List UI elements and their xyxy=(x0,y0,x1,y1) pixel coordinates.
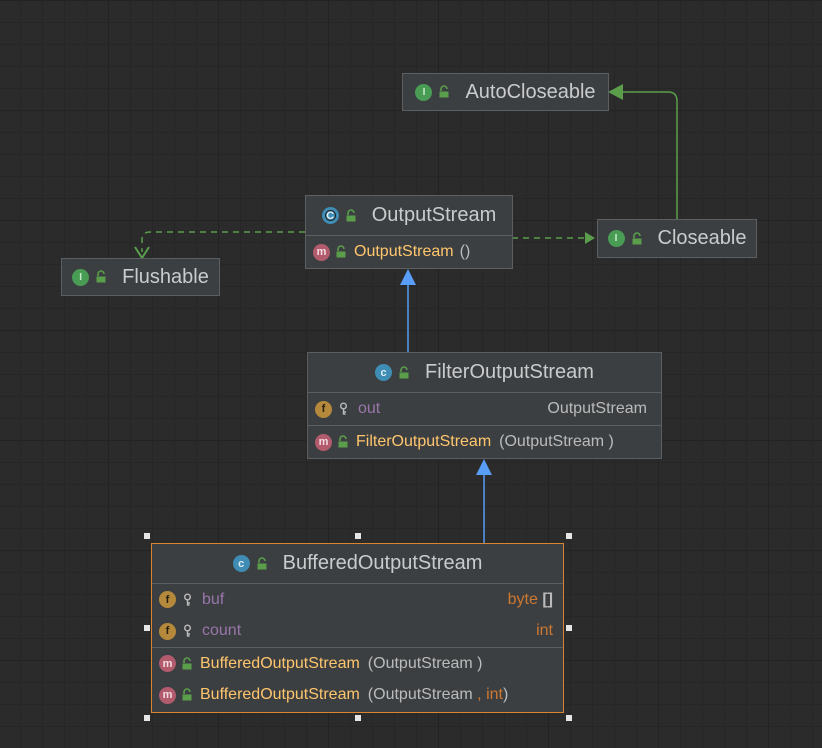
edge-outputstream-to-closeable-head xyxy=(585,232,595,244)
node-closeable-header: I Closeable xyxy=(598,220,756,257)
field-type-suffix: [] xyxy=(537,590,553,608)
field-name: buf xyxy=(202,590,225,608)
class-icon: c xyxy=(232,555,250,572)
node-flushable-title: Flushable xyxy=(122,265,209,288)
field-row[interactable]: f buf byte [] xyxy=(152,584,563,615)
public-lock-icon xyxy=(345,208,358,223)
edge-closeable-to-autocloseable-head xyxy=(608,84,623,100)
public-lock-icon xyxy=(438,85,451,99)
interface-icon: I xyxy=(72,268,90,286)
method-params: (OutputStream ) xyxy=(499,433,614,450)
protected-key-icon xyxy=(182,624,193,638)
field-type-keyword: byte xyxy=(507,590,538,608)
node-filteroutputstream-header: c FilterOutputStream xyxy=(308,353,661,393)
node-bufferedoutputstream-title: BufferedOutputStream xyxy=(282,552,483,574)
public-lock-icon xyxy=(335,245,348,259)
field-row[interactable]: f out OutputStream xyxy=(308,393,661,425)
public-lock-icon xyxy=(256,556,269,571)
field-type: byte [] xyxy=(508,591,553,609)
method-params-close: ) xyxy=(502,686,509,703)
node-bufferedoutputstream-header: c BufferedOutputStream xyxy=(152,544,563,584)
node-outputstream[interactable]: C OutputStream m OutputStream () xyxy=(305,195,513,269)
edge-outputstream-to-flushable xyxy=(141,231,305,252)
field-name: count xyxy=(202,622,242,639)
resize-handle-bottom-middle[interactable] xyxy=(355,715,361,721)
method-row[interactable]: m BufferedOutputStream (OutputStream ) xyxy=(152,647,563,679)
method-name: BufferedOutputStream xyxy=(200,654,360,672)
method-row[interactable]: m BufferedOutputStream (OutputStream , i… xyxy=(152,679,563,711)
resize-handle-top-middle[interactable] xyxy=(355,533,361,539)
method-icon: m xyxy=(159,686,176,704)
method-name: FilterOutputStream xyxy=(356,433,492,450)
field-type: int xyxy=(536,622,553,639)
public-lock-icon xyxy=(181,688,194,702)
abstract-class-icon: C xyxy=(321,207,339,224)
node-filteroutputstream[interactable]: c FilterOutputStream f out OutputStream … xyxy=(307,352,662,459)
method-icon: m xyxy=(159,655,176,672)
interface-icon: I xyxy=(415,83,433,101)
field-name: out xyxy=(358,400,381,417)
method-icon: m xyxy=(313,243,330,261)
field-icon: f xyxy=(315,400,332,418)
field-icon: f xyxy=(159,591,176,608)
node-flushable-header: I Flushable xyxy=(62,259,219,295)
method-name: BufferedOutputStream xyxy=(200,686,360,703)
method-params-keyword: , int xyxy=(477,686,503,703)
method-row[interactable]: m OutputStream () xyxy=(306,236,512,268)
node-closeable[interactable]: I Closeable xyxy=(597,219,757,258)
node-flushable[interactable]: I Flushable xyxy=(61,258,220,296)
class-icon: c xyxy=(375,364,393,381)
node-autocloseable-title: AutoCloseable xyxy=(465,80,596,103)
node-outputstream-title: OutputStream xyxy=(371,204,497,226)
method-name: OutputStream xyxy=(354,243,454,260)
method-params: () xyxy=(459,243,471,260)
edge-buffered-to-filter-head xyxy=(476,459,492,475)
node-closeable-title: Closeable xyxy=(657,227,747,249)
method-params: (OutputStream , int) xyxy=(368,686,509,704)
resize-handle-top-right[interactable] xyxy=(566,533,572,539)
field-row[interactable]: f count int xyxy=(152,615,563,647)
public-lock-icon xyxy=(398,365,411,380)
method-icon: m xyxy=(315,433,332,451)
field-type: OutputStream xyxy=(547,400,647,417)
public-lock-icon xyxy=(337,435,350,449)
public-lock-icon xyxy=(95,270,108,284)
node-bufferedoutputstream[interactable]: c BufferedOutputStream f buf byte [] f c… xyxy=(151,543,564,713)
edge-closeable-to-autocloseable xyxy=(622,91,678,219)
method-params: (OutputStream ) xyxy=(367,654,483,672)
resize-handle-bottom-right[interactable] xyxy=(566,715,572,721)
resize-handle-middle-right[interactable] xyxy=(566,625,572,631)
resize-handle-bottom-left[interactable] xyxy=(144,715,150,721)
protected-key-icon xyxy=(338,402,349,416)
resize-handle-top-left[interactable] xyxy=(144,533,150,539)
method-row[interactable]: m FilterOutputStream (OutputStream ) xyxy=(308,425,661,458)
public-lock-icon xyxy=(631,231,644,246)
field-icon: f xyxy=(159,622,176,640)
node-autocloseable-header: I AutoCloseable xyxy=(403,74,608,110)
edge-filter-to-outputstream-head xyxy=(400,269,416,285)
public-lock-icon xyxy=(181,656,194,671)
node-autocloseable[interactable]: I AutoCloseable xyxy=(402,73,609,111)
protected-key-icon xyxy=(182,593,193,607)
node-outputstream-header: C OutputStream xyxy=(306,196,512,236)
node-filteroutputstream-title: FilterOutputStream xyxy=(425,361,594,383)
interface-icon: I xyxy=(607,230,625,247)
method-params-part: (OutputStream xyxy=(367,686,478,703)
resize-handle-middle-left[interactable] xyxy=(144,625,150,631)
